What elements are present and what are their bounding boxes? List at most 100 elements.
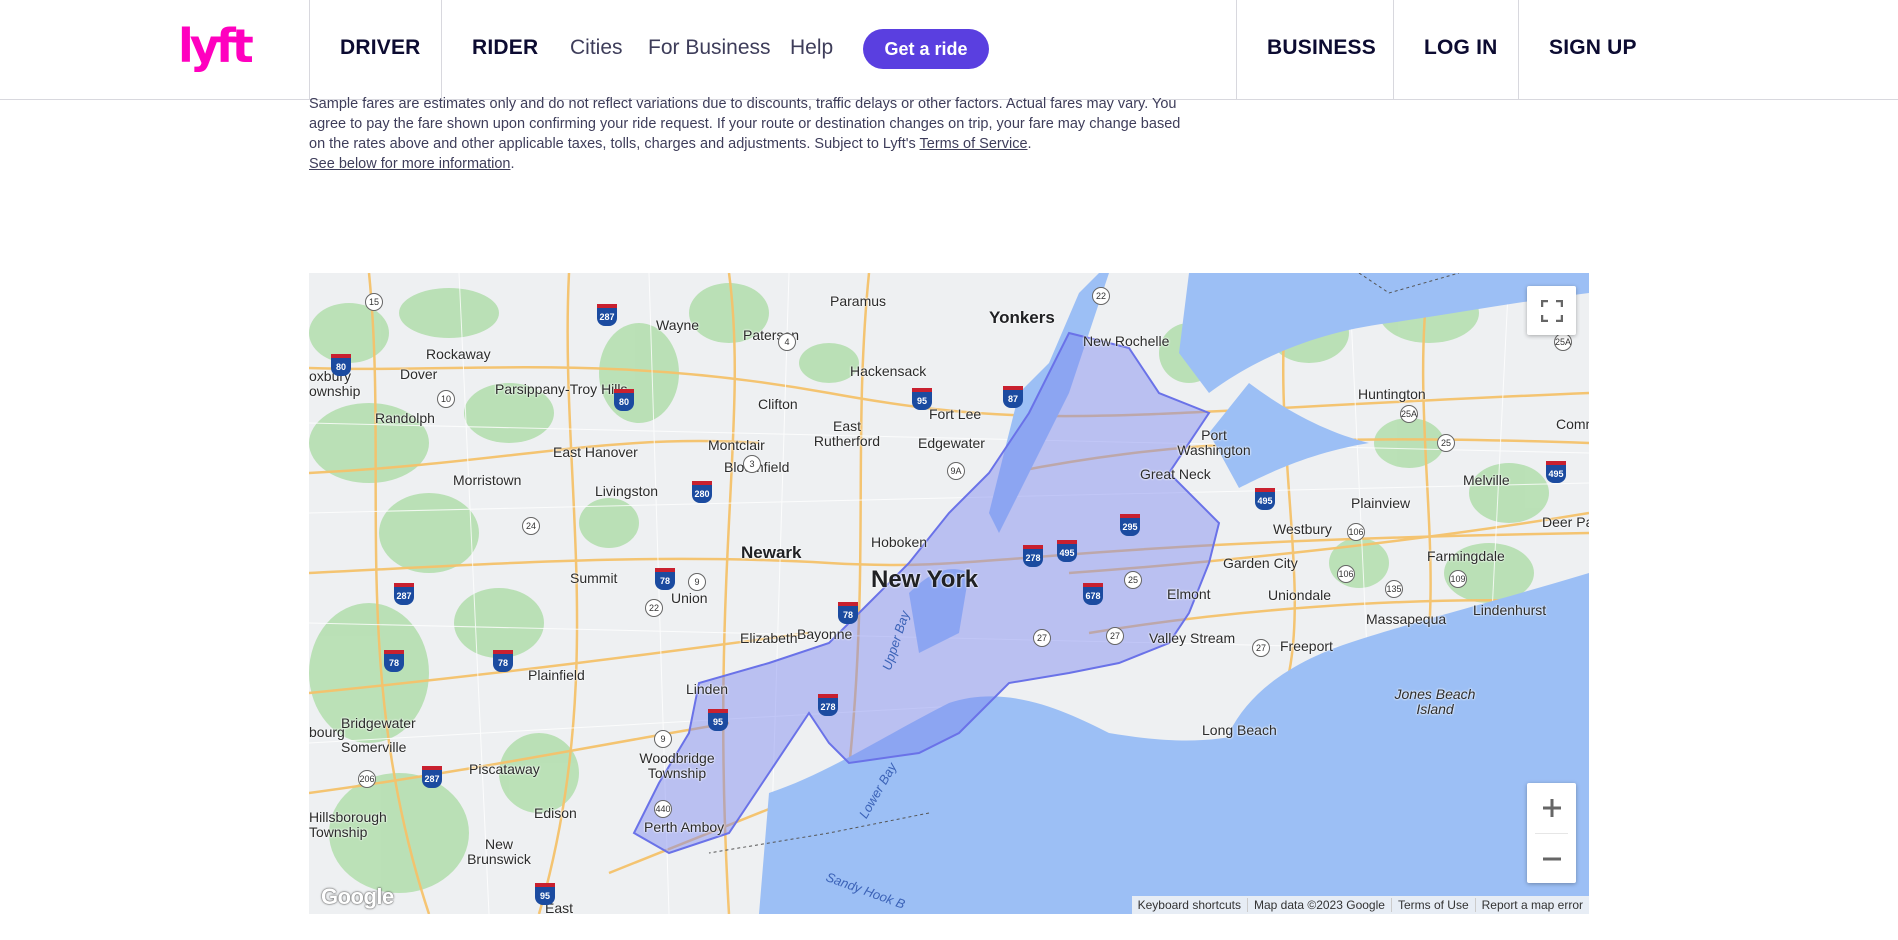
route-shield-icon: 25 <box>1124 571 1142 589</box>
fullscreen-button[interactable] <box>1527 286 1576 335</box>
map-label-randolph: Randolph <box>375 410 435 426</box>
interstate-shield-icon: 280 <box>692 481 712 503</box>
terms-of-service-link[interactable]: Terms of Service <box>920 136 1028 152</box>
interstate-shield-icon: 78 <box>655 568 675 590</box>
map-label-somerville: Somerville <box>341 739 407 755</box>
interstate-shield-icon: 95 <box>912 388 932 410</box>
route-shield-icon: 10 <box>437 390 455 408</box>
map-label-freeport: Freeport <box>1280 638 1333 654</box>
map-label-hoboken: Hoboken <box>871 534 928 550</box>
map-label-newark: Newark <box>741 543 802 562</box>
terms-of-use-link[interactable]: Terms of Use <box>1390 898 1475 912</box>
zoom-out-button[interactable] <box>1527 834 1576 883</box>
map-label-perth-amboy: Perth Amboy <box>644 819 725 835</box>
disclaimer-text: . <box>510 156 515 172</box>
route-shield-icon: 27 <box>1106 627 1124 645</box>
map-label-elmont: Elmont <box>1167 586 1211 602</box>
nav-driver[interactable]: DRIVER <box>340 36 421 60</box>
map-label-piscataway: Piscataway <box>469 761 540 777</box>
map-label-farmingdale: Farmingdale <box>1427 548 1505 564</box>
svg-text:lyft: lyft <box>178 22 253 73</box>
map-label-montclair: Montclair <box>708 437 765 453</box>
route-shield-icon: 4 <box>778 333 796 351</box>
route-shield-icon: 106 <box>1347 523 1365 541</box>
nav-sign-up[interactable]: SIGN UP <box>1549 36 1637 60</box>
map-label-hillsborough: Hillsborough Township <box>309 809 387 840</box>
nav-divider <box>1393 0 1394 99</box>
map-label-livingston: Livingston <box>595 483 659 499</box>
map-label-east-hanover: East Hanover <box>553 444 638 460</box>
map-label-paramus: Paramus <box>830 293 887 309</box>
map-label-union: Union <box>671 590 708 606</box>
disclaimer-line: See below for more information. <box>309 154 1209 174</box>
map-label-great-neck: Great Neck <box>1140 466 1211 482</box>
interstate-shield-icon: 78 <box>384 650 404 672</box>
map-label-bourg: bourg <box>309 724 345 740</box>
route-shield-icon: 106 <box>1337 565 1355 583</box>
nav-divider <box>1236 0 1237 99</box>
interstate-shield-icon: 80 <box>614 389 634 411</box>
map-label-dover: Dover <box>400 366 438 382</box>
map-label-linden: Linden <box>686 681 729 697</box>
map-label-rockaway: Rockaway <box>426 346 491 362</box>
route-shield-icon: 440 <box>654 800 672 818</box>
route-shield-icon: 27 <box>1033 629 1051 647</box>
interstate-shield-icon: 495 <box>1546 461 1566 483</box>
more-information-link[interactable]: See below for more information <box>309 156 511 172</box>
interstate-shield-icon: 95 <box>708 709 728 731</box>
interstate-shield-icon: 95 <box>535 883 555 905</box>
map-label-summit: Summit <box>570 570 618 586</box>
nav-cities[interactable]: Cities <box>570 36 623 60</box>
route-shield-icon: 27 <box>1252 639 1270 657</box>
nav-help[interactable]: Help <box>790 36 833 60</box>
map-label-edgewater: Edgewater <box>918 435 985 451</box>
map-label-hackensack: Hackensack <box>850 363 927 379</box>
nav-log-in[interactable]: LOG IN <box>1424 36 1498 60</box>
route-shield-icon: 22 <box>645 599 663 617</box>
route-shield-icon: 25A <box>1400 405 1418 423</box>
map-label-plainview: Plainview <box>1351 495 1411 511</box>
map-label-new-york: New York <box>871 566 979 593</box>
map-label-wayne: Wayne <box>656 317 700 333</box>
map-label-fort-lee: Fort Lee <box>929 406 982 422</box>
nav-business[interactable]: BUSINESS <box>1267 36 1376 60</box>
interstate-shield-icon: 495 <box>1255 488 1275 510</box>
get-a-ride-button[interactable]: Get a ride <box>863 29 989 69</box>
zoom-in-button[interactable] <box>1527 783 1576 832</box>
site-header: lyft DRIVER RIDER Cities For Business He… <box>0 0 1898 100</box>
nav-divider <box>441 0 442 99</box>
route-shield-icon: 3 <box>743 455 761 473</box>
disclaimer-line: on the rates above and other applicable … <box>309 134 1209 154</box>
interstate-shield-icon: 78 <box>493 650 513 672</box>
map-label-lindenhurst: Lindenhurst <box>1473 602 1547 618</box>
map-data-text: Map data ©2023 Google <box>1247 898 1391 912</box>
zoom-controls <box>1527 783 1576 883</box>
map-label-huntington: Huntington <box>1358 386 1426 402</box>
route-shield-icon: 9 <box>688 573 706 591</box>
map-label-parsippany: Parsippany-Troy Hills <box>495 381 628 397</box>
keyboard-shortcuts-link[interactable]: Keyboard shortcuts <box>1132 898 1247 912</box>
nav-divider <box>1518 0 1519 99</box>
map-label-valley-stream: Valley Stream <box>1149 630 1236 646</box>
route-shield-icon: 9 <box>654 730 672 748</box>
map-label-comma: Comma <box>1556 416 1589 432</box>
fullscreen-icon <box>1540 299 1563 322</box>
interstate-shield-icon: 278 <box>1023 545 1043 567</box>
service-area-map[interactable]: New York Newark Yonkers New Rochelle Par… <box>309 273 1589 914</box>
plus-icon <box>1542 798 1561 817</box>
route-shield-icon: 9A <box>947 462 965 480</box>
nav-rider[interactable]: RIDER <box>472 36 538 60</box>
interstate-shield-icon: 495 <box>1057 540 1077 562</box>
interstate-shield-icon: 87 <box>1003 386 1023 408</box>
report-map-error-link[interactable]: Report a map error <box>1474 898 1589 912</box>
nav-for-business[interactable]: For Business <box>648 36 771 60</box>
lyft-logo[interactable]: lyft <box>178 22 254 74</box>
disclaimer-text: on the rates above and other applicable … <box>309 136 920 152</box>
interstate-shield-icon: 678 <box>1083 583 1103 605</box>
interstate-shield-icon: 287 <box>422 766 442 788</box>
route-shield-icon: 109 <box>1449 570 1467 588</box>
disclaimer-line: agree to pay the fare shown upon confirm… <box>309 116 1181 132</box>
google-logo[interactable]: Google <box>321 884 394 910</box>
fare-disclaimer: Sample fares are estimates only and do n… <box>309 94 1209 174</box>
minus-icon <box>1542 857 1561 860</box>
